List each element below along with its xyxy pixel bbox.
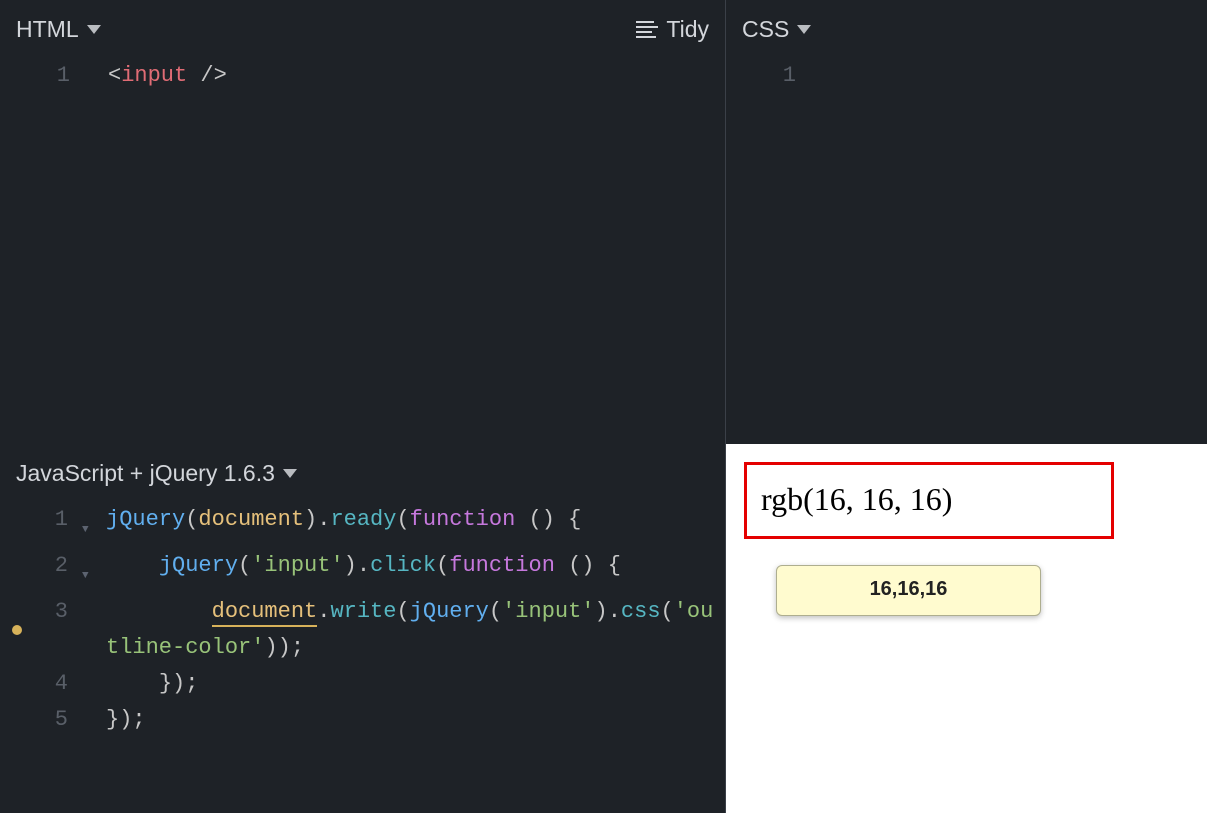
tidy-button[interactable]: Tidy [636,16,709,43]
html-panel-header: HTML Tidy [0,0,725,58]
code-content: jQuery('input').click(function () { [106,548,725,594]
html-panel-title: HTML [16,16,79,43]
tidy-icon [636,21,658,38]
js-line: 2 ▼ jQuery('input').click(function () { [0,548,725,594]
html-panel: HTML Tidy 1 <input /> [0,0,725,444]
code-content: jQuery(document).ready(function () { [106,502,725,548]
js-editor[interactable]: 1 ▼ jQuery(document).ready(function () {… [0,502,725,813]
line-number: 1 [34,502,82,548]
css-line: 1 [726,58,1207,94]
line-number: 1 [20,58,84,94]
css-title-dropdown[interactable]: CSS [742,16,811,43]
html-line: 1 <input /> [0,58,725,94]
css-editor[interactable]: 1 [726,58,1207,444]
code-content: }); [106,666,725,702]
code-content: document.write(jQuery('input').css('outl… [106,594,725,666]
js-line: 5 }); [0,702,725,738]
chevron-down-icon [283,469,297,478]
gutter-warning-icon[interactable] [0,594,34,666]
js-line: 4 }); [0,666,725,702]
css-panel-header: CSS [726,0,1207,58]
js-line: 3 document.write(jQuery('input').css('ou… [0,594,725,666]
fold-toggle[interactable]: ▼ [82,502,106,548]
chevron-down-icon [797,25,811,34]
autocomplete-tooltip[interactable]: 16,16,16 [776,565,1041,616]
chevron-down-icon [87,25,101,34]
code-content: }); [106,702,725,738]
code-content: <input /> [108,58,725,94]
output-panel: 16,16,16 [726,444,1207,813]
result-input[interactable] [744,462,1114,539]
line-number: 2 [34,548,82,594]
js-panel-title: JavaScript + jQuery 1.6.3 [16,460,275,487]
js-line: 1 ▼ jQuery(document).ready(function () { [0,502,725,548]
js-panel-header: JavaScript + jQuery 1.6.3 [0,444,725,502]
line-number: 3 [34,594,82,666]
js-title-dropdown[interactable]: JavaScript + jQuery 1.6.3 [16,460,297,487]
html-editor[interactable]: 1 <input /> [0,58,725,444]
html-title-dropdown[interactable]: HTML [16,16,101,43]
tidy-label: Tidy [666,16,709,43]
line-number: 1 [746,58,810,94]
line-number: 4 [34,666,82,702]
css-panel: CSS 1 [726,0,1207,444]
js-panel: JavaScript + jQuery 1.6.3 1 ▼ jQuery(doc… [0,444,725,813]
fold-toggle[interactable]: ▼ [82,548,106,594]
css-panel-title: CSS [742,16,789,43]
line-number: 5 [34,702,82,738]
